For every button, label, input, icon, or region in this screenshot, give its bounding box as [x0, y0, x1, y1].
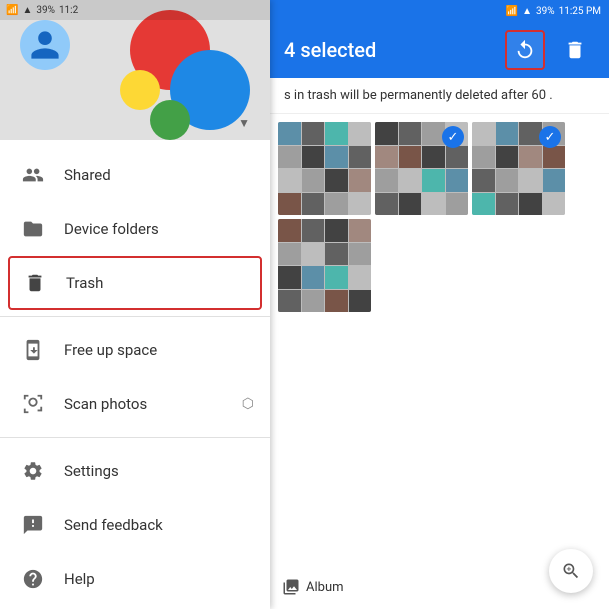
folder-icon [20, 216, 46, 242]
time-right: 11:25 PM [559, 6, 601, 17]
sidebar-item-trash-label: Trash [66, 274, 103, 292]
feedback-icon [20, 512, 46, 538]
restore-button[interactable] [505, 30, 545, 70]
signal-icon: ▲ [22, 5, 32, 16]
people-icon [20, 162, 46, 188]
trash-notice-text: s in trash will be permanently deleted a… [284, 88, 546, 103]
trash-notice: s in trash will be permanently deleted a… [270, 78, 609, 114]
wifi-icon: 📶 [6, 5, 18, 16]
status-bar-left: 📶 ▲ 39% 11:2 [0, 0, 270, 20]
sidebar-item-scan-photos[interactable]: Scan photos ⬡ [0, 377, 270, 431]
person-icon [28, 28, 62, 62]
selected-count-label: 4 selected [284, 38, 495, 62]
avatar[interactable] [20, 20, 70, 70]
trash-notice-text2: . [549, 88, 552, 103]
sidebar-item-send-feedback[interactable]: Send feedback [0, 498, 270, 552]
sidebar-item-send-feedback-label: Send feedback [64, 516, 163, 534]
sidebar-item-settings[interactable]: Settings [0, 444, 270, 498]
photos-grid: ✓ ✓ [270, 114, 609, 609]
logo-green [150, 100, 190, 140]
zoom-button[interactable] [549, 549, 593, 593]
photo-check-3: ✓ [539, 126, 561, 148]
wifi-icon-right: 📶 [506, 6, 518, 17]
gear-icon [20, 458, 46, 484]
right-panel: 📶 ▲ 39% 11:25 PM 4 selected s in trash w… [270, 0, 609, 609]
divider-2 [0, 437, 270, 438]
sidebar-item-shared-label: Shared [64, 166, 111, 184]
dropdown-arrow-icon[interactable]: ▼ [238, 116, 250, 130]
delete-icon [564, 39, 586, 61]
right-toolbar: 4 selected [270, 22, 609, 78]
logo-yellow [120, 70, 160, 110]
nav-items: Shared Device folders Trash [0, 140, 270, 609]
sidebar-item-settings-label: Settings [64, 462, 119, 480]
sidebar-item-device-folders-label: Device folders [64, 220, 159, 238]
sidebar-item-help[interactable]: Help [0, 552, 270, 606]
photo-mosaic-1 [278, 122, 371, 215]
sidebar-item-scan-photos-label: Scan photos [64, 395, 147, 413]
photo-thumb-4[interactable] [278, 219, 371, 312]
left-panel: 📶 ▲ 39% 11:2 ▼ Shared [0, 0, 270, 609]
photo-check-2: ✓ [442, 126, 464, 148]
battery-right: 39% [536, 6, 555, 17]
photo-mosaic-4 [278, 219, 371, 312]
battery-left: 39% [36, 5, 55, 16]
delete-button[interactable] [555, 30, 595, 70]
restore-icon [514, 39, 536, 61]
photo-thumb-2[interactable]: ✓ [375, 122, 468, 215]
trash-icon [22, 270, 48, 296]
sidebar-item-device-folders[interactable]: Device folders [0, 202, 270, 256]
zoom-icon [561, 561, 581, 581]
camera-scan-icon [20, 391, 46, 417]
external-link-icon: ⬡ [242, 396, 254, 412]
photo-thumb-3[interactable]: ✓ [472, 122, 565, 215]
help-icon [20, 566, 46, 592]
sidebar-item-free-up-space[interactable]: Free up space [0, 323, 270, 377]
status-bar-right: 📶 ▲ 39% 11:25 PM [270, 0, 609, 22]
time-left: 11:2 [59, 5, 78, 16]
photo-thumb-1[interactable] [278, 122, 371, 215]
sidebar-item-free-up-space-label: Free up space [64, 341, 157, 359]
album-label: Album [306, 580, 344, 595]
signal-icon-right: ▲ [522, 6, 532, 17]
header-banner: 📶 ▲ 39% 11:2 ▼ [0, 0, 270, 140]
sidebar-item-shared[interactable]: Shared [0, 148, 270, 202]
phone-upload-icon [20, 337, 46, 363]
divider-1 [0, 316, 270, 317]
album-button[interactable]: Album [270, 565, 356, 609]
sidebar-item-help-label: Help [64, 570, 95, 588]
album-icon [282, 578, 300, 596]
sidebar-item-trash[interactable]: Trash [8, 256, 262, 310]
